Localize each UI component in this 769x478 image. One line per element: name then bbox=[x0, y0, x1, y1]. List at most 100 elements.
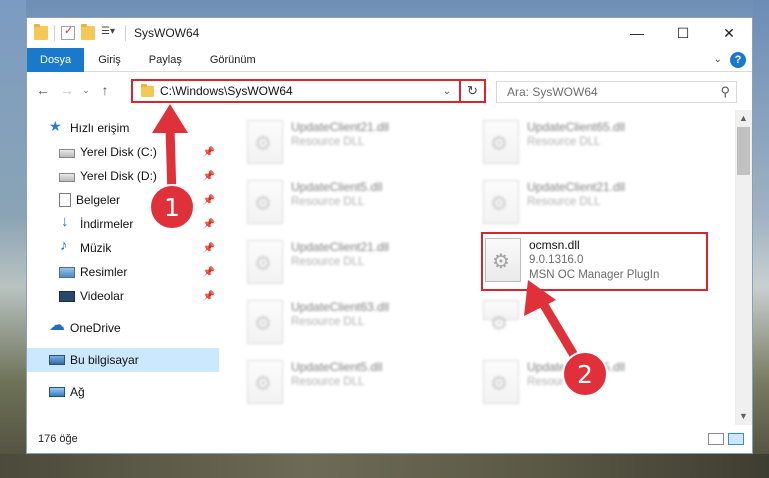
file-name: UpdateClient65.dll bbox=[527, 360, 626, 374]
search-icon[interactable]: ⚲ bbox=[720, 84, 730, 100]
sidebar-item-quick-access[interactable]: Hızlı erişim bbox=[27, 116, 219, 140]
file-item[interactable]: UpdateClient65.dll Resource DLL bbox=[483, 358, 711, 410]
dll-file-icon bbox=[247, 120, 283, 164]
dll-file-icon bbox=[483, 300, 519, 336]
file-name: UpdateClient5.dll bbox=[291, 180, 383, 194]
desktop-background-left bbox=[0, 0, 26, 478]
highlighted-file-item[interactable]: ocmsn.dll 9.0.1316.0 MSN OC Manager Plug… bbox=[481, 232, 708, 291]
computer-icon bbox=[49, 355, 65, 365]
sidebar-item-local-disk-c[interactable]: Yerel Disk (C:) 📌 bbox=[27, 140, 219, 164]
tab-share[interactable]: Paylaş bbox=[135, 48, 196, 72]
sidebar-item-downloads[interactable]: İndirmeler 📌 bbox=[27, 212, 219, 236]
desktop-background-bottom bbox=[0, 454, 769, 478]
pin-icon[interactable]: 📌 bbox=[203, 147, 215, 158]
pin-icon[interactable]: 📌 bbox=[203, 219, 215, 230]
file-item[interactable]: UpdateClient5.dll Resource DLL bbox=[247, 358, 475, 410]
expand-ribbon-icon[interactable]: ⌄ bbox=[714, 54, 722, 65]
sidebar-item-local-disk-d[interactable]: Yerel Disk (D:) 📌 bbox=[27, 164, 219, 188]
search-box[interactable]: Ara: SysWOW64 ⚲ bbox=[496, 81, 737, 103]
file-item-ocmsn[interactable]: ocmsn.dll 9.0.1316.0 MSN OC Manager Plug… bbox=[485, 236, 713, 288]
file-type: Resource DLL bbox=[291, 256, 365, 268]
maximize-button[interactable]: ☐ bbox=[660, 18, 706, 48]
properties-icon[interactable] bbox=[61, 24, 75, 40]
sidebar-item-network[interactable]: Ağ bbox=[27, 380, 219, 404]
dll-file-icon bbox=[247, 300, 283, 344]
close-button[interactable]: ✕ bbox=[706, 18, 752, 48]
refresh-button[interactable]: ↻ bbox=[459, 79, 486, 103]
sidebar-item-label: Yerel Disk (C:) bbox=[80, 145, 157, 159]
sidebar-item-documents[interactable]: Belgeler 📌 bbox=[27, 188, 219, 212]
folder-icon bbox=[34, 24, 48, 40]
minimize-button[interactable]: — bbox=[614, 18, 660, 48]
scrollbar-thumb[interactable] bbox=[737, 127, 750, 175]
recent-locations-button[interactable]: ⌄ bbox=[79, 85, 93, 96]
pin-icon[interactable]: 📌 bbox=[203, 195, 215, 206]
sidebar-item-label: Bu bilgisayar bbox=[70, 353, 139, 367]
up-button[interactable]: ↑ bbox=[93, 82, 117, 98]
sidebar-item-label: Müzik bbox=[80, 241, 112, 255]
file-type: Resource DLL bbox=[291, 376, 365, 388]
pin-icon[interactable]: 📌 bbox=[203, 267, 215, 278]
scroll-down-icon[interactable]: ▼ bbox=[735, 408, 752, 425]
music-icon bbox=[59, 237, 75, 255]
file-version: 9.0.1316.0 bbox=[529, 254, 584, 266]
help-icon[interactable]: ? bbox=[730, 51, 746, 68]
pin-icon[interactable]: 📌 bbox=[203, 171, 215, 182]
new-folder-icon[interactable] bbox=[81, 24, 95, 40]
customize-toolbar-icon[interactable]: ☰▾ bbox=[101, 26, 119, 40]
sidebar-item-label: OneDrive bbox=[70, 321, 121, 335]
quick-access-toolbar: ☰▾ bbox=[27, 24, 119, 41]
pin-icon[interactable]: 📌 bbox=[203, 291, 215, 302]
pictures-icon bbox=[59, 266, 75, 278]
downloads-icon bbox=[59, 213, 75, 231]
file-description: MSN OC Manager PlugIn bbox=[529, 269, 660, 281]
desktop-background-right bbox=[753, 0, 769, 478]
network-icon bbox=[49, 387, 65, 397]
sidebar-item-label: İndirmeler bbox=[80, 217, 134, 231]
file-type: Resource DLL bbox=[291, 196, 365, 208]
sidebar-item-pictures[interactable]: Resimler 📌 bbox=[27, 260, 219, 284]
drive-icon bbox=[59, 149, 75, 158]
dll-file-icon bbox=[485, 238, 521, 282]
file-item-partial[interactable] bbox=[483, 298, 711, 336]
forward-button[interactable]: → bbox=[55, 82, 79, 98]
tab-home[interactable]: Giriş bbox=[84, 48, 135, 72]
navigation-pane: Hızlı erişim Yerel Disk (C:) 📌 Yerel Dis… bbox=[27, 110, 219, 425]
file-name: UpdateClient21.dll bbox=[291, 240, 390, 254]
dll-file-icon bbox=[483, 120, 519, 164]
sidebar-item-music[interactable]: Müzik 📌 bbox=[27, 236, 219, 260]
tab-file[interactable]: Dosya bbox=[27, 47, 85, 72]
file-name: UpdateClient63.dll bbox=[291, 300, 390, 314]
pin-icon[interactable]: 📌 bbox=[203, 243, 215, 254]
sidebar-item-onedrive[interactable]: OneDrive bbox=[27, 315, 219, 340]
file-item[interactable]: UpdateClient63.dll Resource DLL bbox=[247, 298, 475, 350]
documents-icon bbox=[59, 193, 71, 207]
sidebar-item-videos[interactable]: Videolar 📌 bbox=[27, 284, 219, 308]
address-path[interactable]: C:\Windows\SysWOW64 bbox=[160, 84, 293, 98]
star-icon bbox=[49, 118, 65, 135]
title-bar: ☰▾ SysWOW64 — ☐ ✕ bbox=[27, 18, 752, 48]
folder-icon bbox=[141, 83, 154, 97]
address-dropdown-icon[interactable]: ⌄ bbox=[438, 86, 456, 97]
file-item[interactable]: UpdateClient21.dll Resource DLL bbox=[247, 118, 475, 170]
file-name: UpdateClient21.dll bbox=[291, 120, 390, 134]
scroll-up-icon[interactable]: ▲ bbox=[735, 110, 752, 127]
large-icons-view-icon[interactable] bbox=[728, 433, 744, 445]
details-view-icon[interactable] bbox=[708, 433, 724, 445]
file-item[interactable]: UpdateClient21.dll Resource DLL bbox=[247, 238, 475, 290]
file-type: Resource DLL bbox=[527, 196, 601, 208]
sidebar-item-label: Ağ bbox=[70, 385, 85, 399]
dll-file-icon bbox=[247, 240, 283, 284]
file-item[interactable]: UpdateClient21.dll Resource DLL bbox=[483, 178, 711, 230]
sidebar-item-this-pc[interactable]: Bu bilgisayar bbox=[27, 348, 219, 372]
file-item[interactable]: UpdateClient5.dll Resource DLL bbox=[247, 178, 475, 230]
file-item[interactable]: UpdateClient65.dll Resource DLL bbox=[483, 118, 711, 170]
tab-view[interactable]: Görünüm bbox=[196, 48, 270, 72]
back-button[interactable]: ← bbox=[31, 82, 55, 98]
ribbon-controls: ⌄ ? bbox=[714, 51, 752, 68]
file-type: Resource DLL bbox=[527, 136, 601, 148]
vertical-scrollbar[interactable]: ▲ ▼ bbox=[735, 110, 752, 425]
drive-icon bbox=[59, 173, 75, 182]
address-bar[interactable]: C:\Windows\SysWOW64 ⌄ bbox=[131, 79, 486, 103]
